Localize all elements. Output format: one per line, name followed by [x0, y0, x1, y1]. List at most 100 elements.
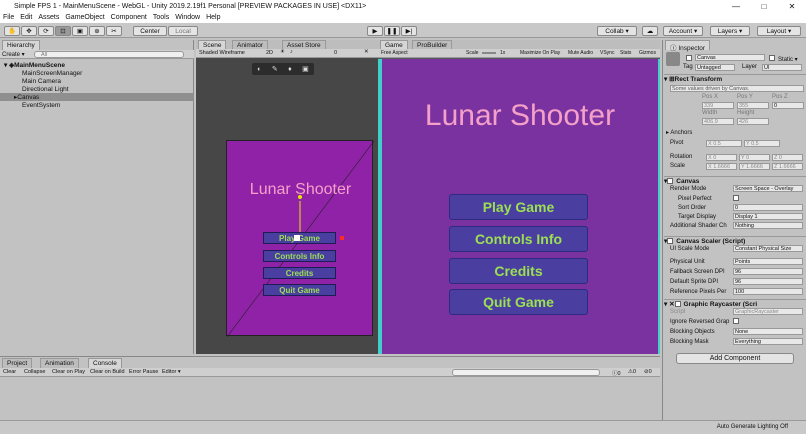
menu-window[interactable]: Window: [172, 14, 203, 21]
hierarchy-item[interactable]: MainScreenManager: [0, 69, 194, 77]
pivot-center-button[interactable]: Center: [133, 26, 167, 36]
game-credits-button[interactable]: Credits: [449, 258, 588, 284]
game-play-button[interactable]: Play Game: [449, 194, 588, 220]
stats-toggle[interactable]: Stats: [620, 50, 631, 56]
menu-edit[interactable]: Edit: [17, 14, 35, 21]
move-handle[interactable]: [294, 235, 300, 241]
bucket-icon[interactable]: ▣: [302, 65, 309, 73]
ref-ppu-field[interactable]: 100: [733, 288, 803, 295]
move-tool-icon[interactable]: ✥: [21, 26, 37, 36]
play-icon[interactable]: ▶: [367, 26, 383, 36]
menu-gameobject[interactable]: GameObject: [62, 14, 107, 21]
blocking-objects-dropdown[interactable]: None: [733, 328, 803, 335]
hierarchy-item[interactable]: Main Camera: [0, 77, 194, 85]
anchors-label[interactable]: ▸ Anchors: [666, 129, 692, 136]
menu-assets[interactable]: Assets: [35, 14, 62, 21]
sort-order-field[interactable]: 0: [733, 204, 803, 211]
active-checkbox[interactable]: [686, 55, 695, 63]
warning-count[interactable]: ⚠0: [628, 369, 636, 375]
pixel-perfect-checkbox[interactable]: [733, 195, 742, 203]
pause-icon[interactable]: ❚❚: [384, 26, 400, 36]
tab-inspector[interactable]: ⓘ Inspector: [665, 40, 711, 52]
pivot-y-field[interactable]: Y 0.5: [744, 140, 780, 147]
mute-audio-toggle[interactable]: Mute Audio: [568, 50, 593, 56]
menu-help[interactable]: Help: [203, 14, 223, 21]
enabled-checkbox[interactable]: [674, 301, 681, 307]
physical-unit-dropdown[interactable]: Points: [733, 258, 803, 265]
scale-slider[interactable]: [482, 52, 496, 54]
console-search[interactable]: [452, 369, 600, 376]
close-button[interactable]: ✕: [778, 2, 806, 11]
ui-scale-mode-dropdown[interactable]: Constant Physical Size: [733, 245, 803, 252]
hand-tool-icon[interactable]: ✋: [4, 26, 20, 36]
vsync-toggle[interactable]: VSync: [600, 50, 614, 56]
paint-icon[interactable]: ♦: [288, 66, 292, 73]
hierarchy-item[interactable]: Directional Light: [0, 85, 194, 93]
scene-quit-button[interactable]: Quit Game: [263, 284, 336, 296]
hierarchy-scene-row[interactable]: ▾ ◈ MainMenuScene: [0, 61, 194, 70]
rotate-tool-icon[interactable]: ⟳: [38, 26, 54, 36]
blocking-mask-dropdown[interactable]: Everything: [733, 338, 803, 345]
view-icon[interactable]: ◐: [257, 66, 261, 73]
clear-button[interactable]: Clear: [3, 369, 16, 375]
tab-hierarchy[interactable]: Hierarchy: [2, 40, 40, 50]
scale-y-field[interactable]: Y 1.6666: [739, 163, 770, 170]
menu-file[interactable]: File: [0, 14, 17, 21]
canvas-component-header[interactable]: ▾ Canvas: [664, 176, 806, 185]
tab-animation[interactable]: Animation: [40, 358, 79, 368]
shading-mode-dropdown[interactable]: Shaded Wireframe: [199, 50, 245, 56]
game-controls-button[interactable]: Controls Info: [449, 226, 588, 252]
editor-dropdown[interactable]: Editor ▾: [162, 369, 181, 375]
rotation-y-field[interactable]: Y 0: [739, 154, 770, 161]
layer-dropdown[interactable]: UI: [762, 64, 802, 71]
enabled-checkbox[interactable]: [667, 178, 674, 184]
scale-z-field[interactable]: Z 1.6666: [772, 163, 803, 170]
transform-tool-icon[interactable]: ⊕: [89, 26, 105, 36]
custom-tool-icon[interactable]: ✂: [106, 26, 122, 36]
account-dropdown[interactable]: Account ▾: [663, 26, 703, 36]
rotation-z-field[interactable]: Z 0: [772, 154, 803, 161]
error-count[interactable]: ⊘0: [644, 369, 652, 375]
aspect-dropdown[interactable]: Free Aspect: [381, 50, 408, 56]
tab-console[interactable]: Console: [88, 358, 122, 368]
scene-credits-button[interactable]: Credits: [263, 267, 336, 279]
audio-icon[interactable]: ♪: [290, 49, 293, 55]
lighting-icon[interactable]: ☀: [280, 49, 285, 55]
canvas-scaler-header[interactable]: ▾ Canvas Scaler (Script): [664, 236, 806, 245]
width-field[interactable]: 406.9: [702, 118, 734, 125]
scene-handle-red[interactable]: [340, 236, 344, 240]
create-dropdown[interactable]: Create ▾: [2, 51, 25, 58]
pos-y-field[interactable]: 355: [737, 102, 769, 109]
tag-dropdown[interactable]: Untagged: [695, 64, 735, 71]
collab-button[interactable]: Collab ▾: [597, 26, 637, 36]
minimize-button[interactable]: —: [722, 2, 750, 11]
scale-tool-icon[interactable]: ⊡: [55, 26, 71, 36]
rect-tool-icon[interactable]: ▣: [72, 26, 88, 36]
fallback-dpi-field[interactable]: 96: [733, 268, 803, 275]
scale-x-field[interactable]: X 1.6666: [706, 163, 737, 170]
menu-tools[interactable]: Tools: [150, 14, 172, 21]
info-count[interactable]: ⓘ0: [612, 369, 621, 377]
target-display-dropdown[interactable]: Display 1: [733, 213, 803, 220]
pos-x-field[interactable]: 339: [702, 102, 734, 109]
2d-toggle[interactable]: 2D: [266, 50, 273, 56]
game-quit-button[interactable]: Quit Game: [449, 289, 588, 315]
ignore-reversed-checkbox[interactable]: [733, 318, 742, 326]
name-field[interactable]: Canvas: [695, 54, 765, 61]
pivot-x-field[interactable]: X 0.5: [706, 140, 742, 147]
scene-controls-button[interactable]: Controls Info: [263, 250, 336, 262]
rotation-x-field[interactable]: X 0: [706, 154, 737, 161]
error-pause-button[interactable]: Error Pause: [129, 369, 158, 375]
hierarchy-search[interactable]: All: [34, 51, 184, 58]
maximize-on-play-toggle[interactable]: Maximize On Play: [520, 50, 560, 56]
pos-z-field[interactable]: 0: [772, 102, 804, 109]
menu-component[interactable]: Component: [108, 14, 150, 21]
pivot-local-button[interactable]: Local: [168, 26, 198, 36]
height-field[interactable]: 426: [737, 118, 769, 125]
graphic-raycaster-header[interactable]: ▾ ✕ Graphic Raycaster (Scri: [664, 299, 806, 308]
layout-dropdown[interactable]: Layout ▾: [757, 26, 801, 36]
collapse-button[interactable]: Collapse: [24, 369, 45, 375]
close-icon[interactable]: ✕: [364, 49, 369, 55]
hierarchy-item-selected[interactable]: ▸ Canvas: [0, 93, 194, 101]
add-component-button[interactable]: Add Component: [676, 353, 794, 364]
